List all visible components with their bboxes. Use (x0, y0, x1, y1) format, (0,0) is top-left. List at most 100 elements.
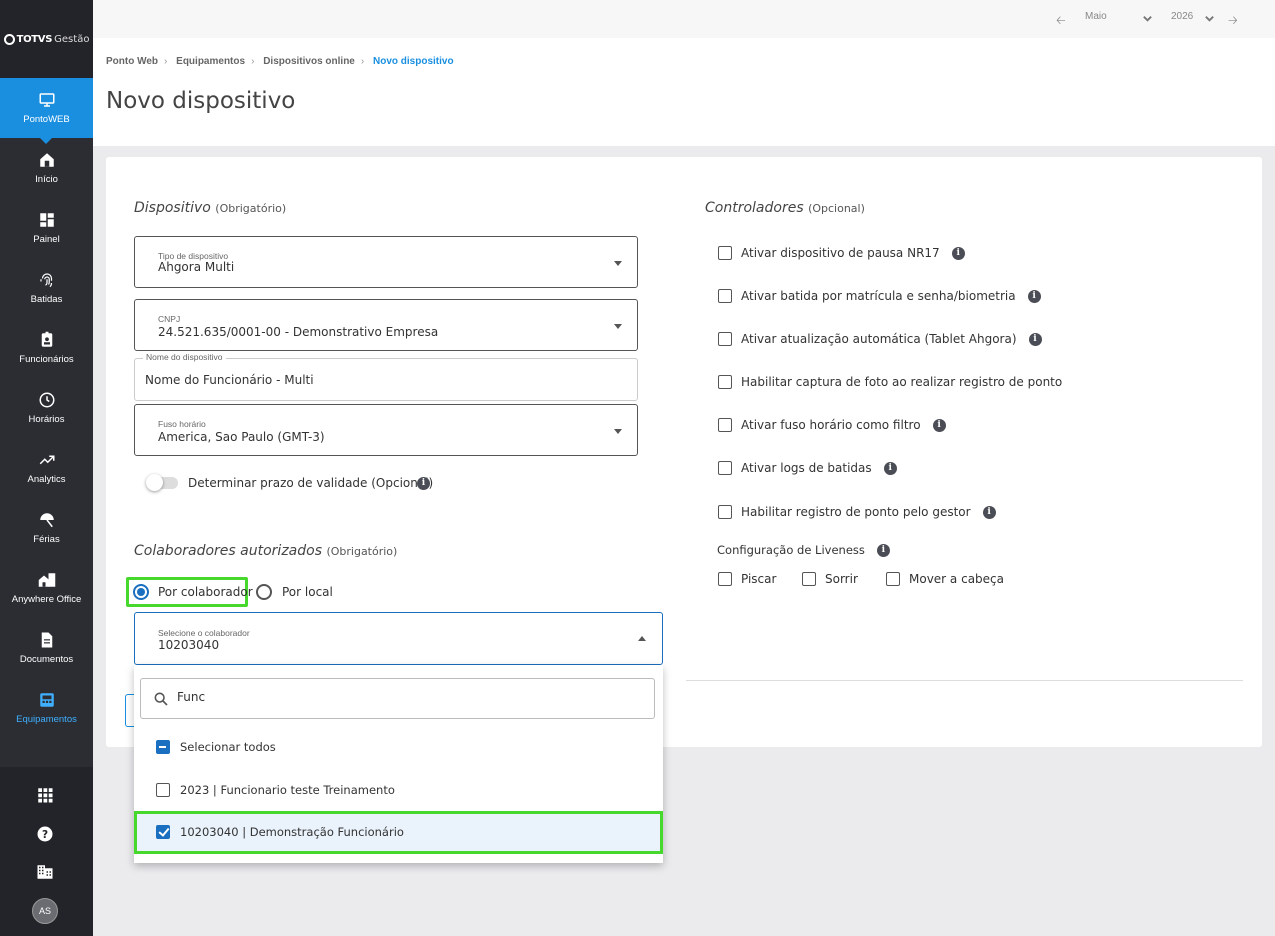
section-title-colaboradores: Colaboradores autorizados (Obrigatório) (134, 543, 398, 559)
sidebar-item-label: Anywhere Office (11, 594, 82, 605)
badge-icon (41, 331, 52, 347)
checkbox[interactable] (886, 572, 900, 586)
field-label: Nome do dispositivo (143, 352, 226, 362)
liveness-title: Configuração de Liveness i (717, 543, 890, 557)
field-label: Selecione o colaborador (158, 628, 250, 638)
list-item-selected[interactable]: 10203040 | Demonstração Funcionário (134, 811, 663, 854)
list-item[interactable]: 2023 | Funcionario teste Treinamento (134, 769, 663, 812)
liveness-option[interactable]: Sorrir (802, 572, 858, 586)
chevron-down-icon[interactable] (1204, 13, 1215, 24)
home-work-icon (38, 573, 55, 587)
liveness-option[interactable]: Piscar (718, 572, 776, 586)
radio-label: Por local (282, 585, 333, 599)
radio-por-local[interactable] (256, 584, 272, 600)
chevron-down-icon[interactable] (1142, 13, 1153, 24)
breadcrumb-item[interactable]: Ponto Web (106, 56, 158, 67)
checkbox[interactable] (718, 461, 732, 475)
colaborador-select[interactable]: Selecione o colaborador 10203040 (134, 612, 663, 665)
select-all-option[interactable]: Selecionar todos (134, 726, 663, 769)
sidebar-bottom: ? AS (0, 767, 93, 936)
info-icon[interactable]: i (1027, 289, 1041, 303)
info-icon[interactable]: i (876, 543, 890, 557)
sidebar-item-label: Analytics (27, 474, 66, 485)
page-header: Ponto Web › Equipamentos › Dispositivos on… (93, 38, 1275, 146)
radio-por-colaborador[interactable] (133, 584, 149, 600)
sidebar-item-horarios[interactable]: Horários (0, 378, 93, 438)
controller-option[interactable]: Habilitar captura de foto ao realizar re… (718, 375, 1062, 389)
trending-icon (39, 455, 54, 465)
sidebar-item-batidas[interactable]: Batidas (0, 258, 93, 318)
liveness-option[interactable]: Mover a cabeça (886, 572, 1004, 586)
help-icon[interactable]: ? (36, 825, 54, 843)
checkbox[interactable] (156, 783, 170, 797)
avatar[interactable]: AS (32, 898, 58, 924)
year-select[interactable]: 2026 (1171, 11, 1193, 22)
sidebar-item-label: Início (35, 174, 58, 185)
liveness-label: Sorrir (825, 572, 858, 586)
search-input[interactable] (177, 690, 577, 704)
option-label: 10203040 | Demonstração Funcionário (180, 825, 404, 839)
breadcrumb-item[interactable]: Equipamentos (176, 56, 245, 67)
fuso-horario-select[interactable]: Fuso horário America, Sao Paulo (GMT-3) (134, 404, 638, 456)
checkbox[interactable] (718, 332, 732, 346)
nome-dispositivo-input[interactable]: Nome do dispositivo Nome do Funcionário … (134, 352, 638, 401)
caret-down-icon (614, 261, 622, 266)
module-pontoweb[interactable]: PontoWEB (0, 78, 93, 144)
sidebar-item-ferias[interactable]: Férias (0, 498, 93, 558)
controller-label: Ativar logs de batidas (741, 461, 872, 475)
brand-logo[interactable]: TOTVS Gestão (0, 0, 93, 78)
controller-option[interactable]: Ativar atualização automática (Tablet Ah… (718, 332, 1042, 346)
checkbox[interactable] (718, 375, 732, 389)
checkbox[interactable] (802, 572, 816, 586)
controller-label: Habilitar captura de foto ao realizar re… (741, 375, 1063, 389)
sidebar-item-label: Funcionários (19, 354, 74, 365)
controller-option[interactable]: Ativar dispositivo de pausa NR17 i (718, 246, 965, 260)
controller-option[interactable]: Ativar logs de batidas i (718, 461, 897, 475)
liveness-label: Mover a cabeça (909, 572, 1004, 586)
sidebar-item-anywhere-office[interactable]: Anywhere Office (0, 558, 93, 618)
month-select[interactable]: Maio (1085, 11, 1107, 22)
info-icon[interactable]: i (1028, 332, 1042, 346)
next-month-arrow-icon[interactable]: 🡢 (1228, 11, 1238, 32)
sidebar-item-analytics[interactable]: Analytics (0, 438, 93, 498)
validade-toggle[interactable] (146, 474, 178, 491)
controller-option[interactable]: Ativar batida por matrícula e senha/biom… (718, 289, 1041, 303)
checkbox-indeterminate[interactable] (156, 740, 170, 754)
checkbox[interactable] (718, 505, 732, 519)
tipo-dispositivo-select[interactable]: Tipo de dispositivo Ahgora Multi (134, 236, 638, 288)
checkbox[interactable] (718, 418, 732, 432)
info-icon[interactable]: i (982, 505, 996, 519)
sidebar-item-documentos[interactable]: Documentos (0, 618, 93, 678)
field-value: 10203040 (158, 638, 220, 652)
totvs-logo-icon (3, 33, 15, 45)
controller-option[interactable]: Habilitar registro de ponto pelo gestor … (718, 505, 996, 519)
dashboard-icon (39, 213, 54, 227)
field-label: CNPJ (158, 314, 181, 324)
controller-label: Ativar atualização automática (Tablet Ah… (741, 332, 1017, 346)
sidebar-item-painel[interactable]: Painel (0, 198, 93, 258)
dropdown-search[interactable] (140, 678, 655, 719)
sidebar-item-equipamentos[interactable]: Equipamentos (0, 678, 93, 738)
prev-month-arrow-icon[interactable]: 🡠 (1056, 11, 1066, 32)
cnpj-select[interactable]: CNPJ 24.521.635/0001-00 - Demonstrativo … (134, 299, 638, 351)
breadcrumb-item[interactable]: Dispositivos online (263, 56, 355, 67)
info-icon[interactable]: i (932, 418, 946, 432)
option-label: Selecionar todos (180, 740, 276, 754)
sidebar-item-inicio[interactable]: Início (0, 138, 93, 198)
divider (686, 680, 1243, 681)
checkbox[interactable] (718, 289, 732, 303)
sidebar-item-funcionarios[interactable]: Funcionários (0, 318, 93, 378)
company-building-icon[interactable] (36, 863, 54, 881)
checkbox[interactable] (718, 246, 732, 260)
controller-option[interactable]: Ativar fuso horário como filtro i (718, 418, 946, 432)
brand-suffix: Gestão (54, 33, 90, 45)
info-icon[interactable]: i (951, 246, 965, 260)
page-title: Novo dispositivo (106, 88, 296, 114)
field-value: Ahgora Multi (158, 260, 235, 274)
apps-grid-icon[interactable] (36, 786, 54, 804)
breadcrumb: Ponto Web › Equipamentos › Dispositivos on… (106, 56, 454, 67)
checkbox-checked[interactable] (156, 825, 170, 839)
info-icon[interactable]: i (417, 477, 430, 490)
info-icon[interactable]: i (883, 461, 897, 475)
checkbox[interactable] (718, 572, 732, 586)
